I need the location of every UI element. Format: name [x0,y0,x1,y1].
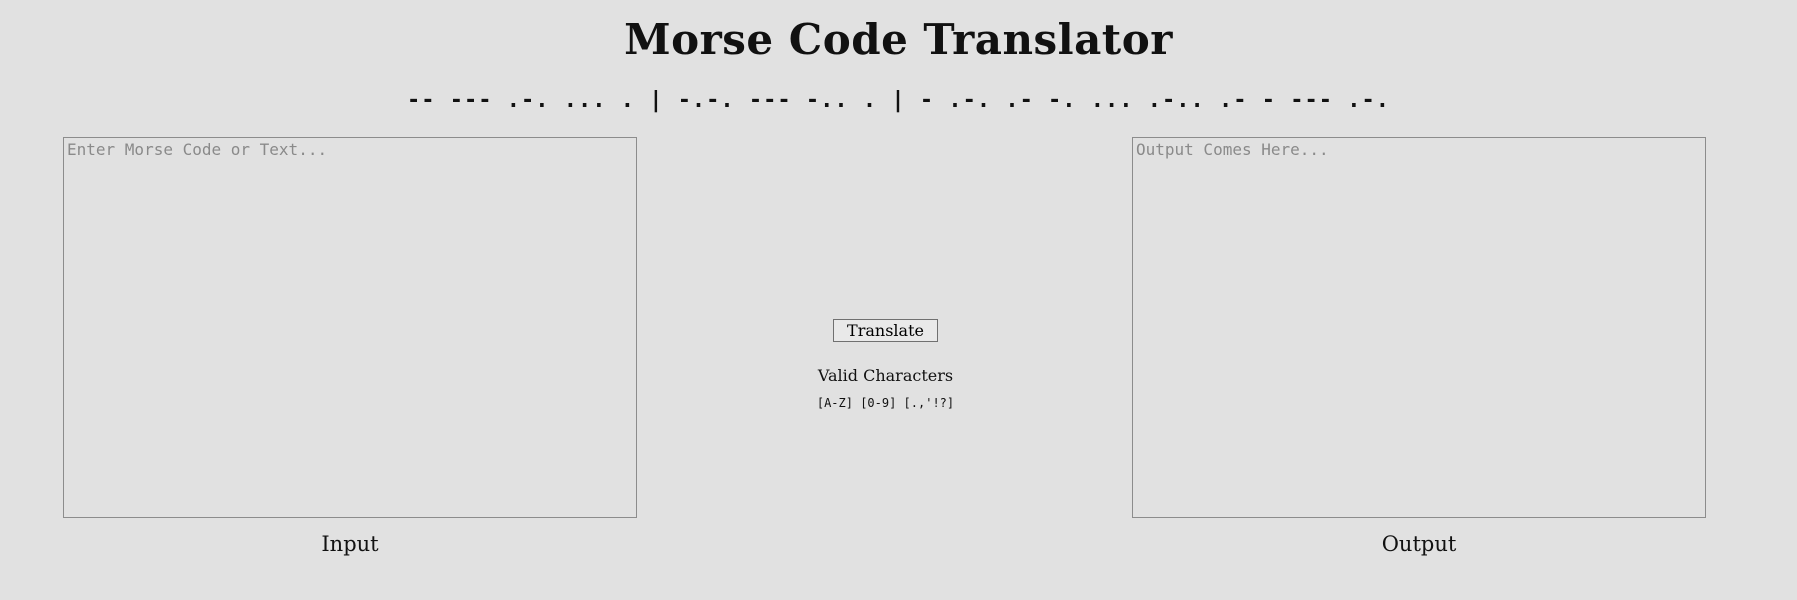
morse-title-encoded: -- --- .-. ... . | -.-. --- -.. . | - .-… [407,88,1390,113]
input-textarea[interactable] [63,137,637,518]
translate-button[interactable]: Translate [833,319,938,342]
input-label: Input [321,532,379,556]
output-textarea[interactable] [1132,137,1706,518]
morse-translator-page: Morse Code Translator -- --- .-. ... . |… [0,0,1797,600]
page-title: Morse Code Translator [624,15,1173,64]
output-label: Output [1381,532,1457,556]
